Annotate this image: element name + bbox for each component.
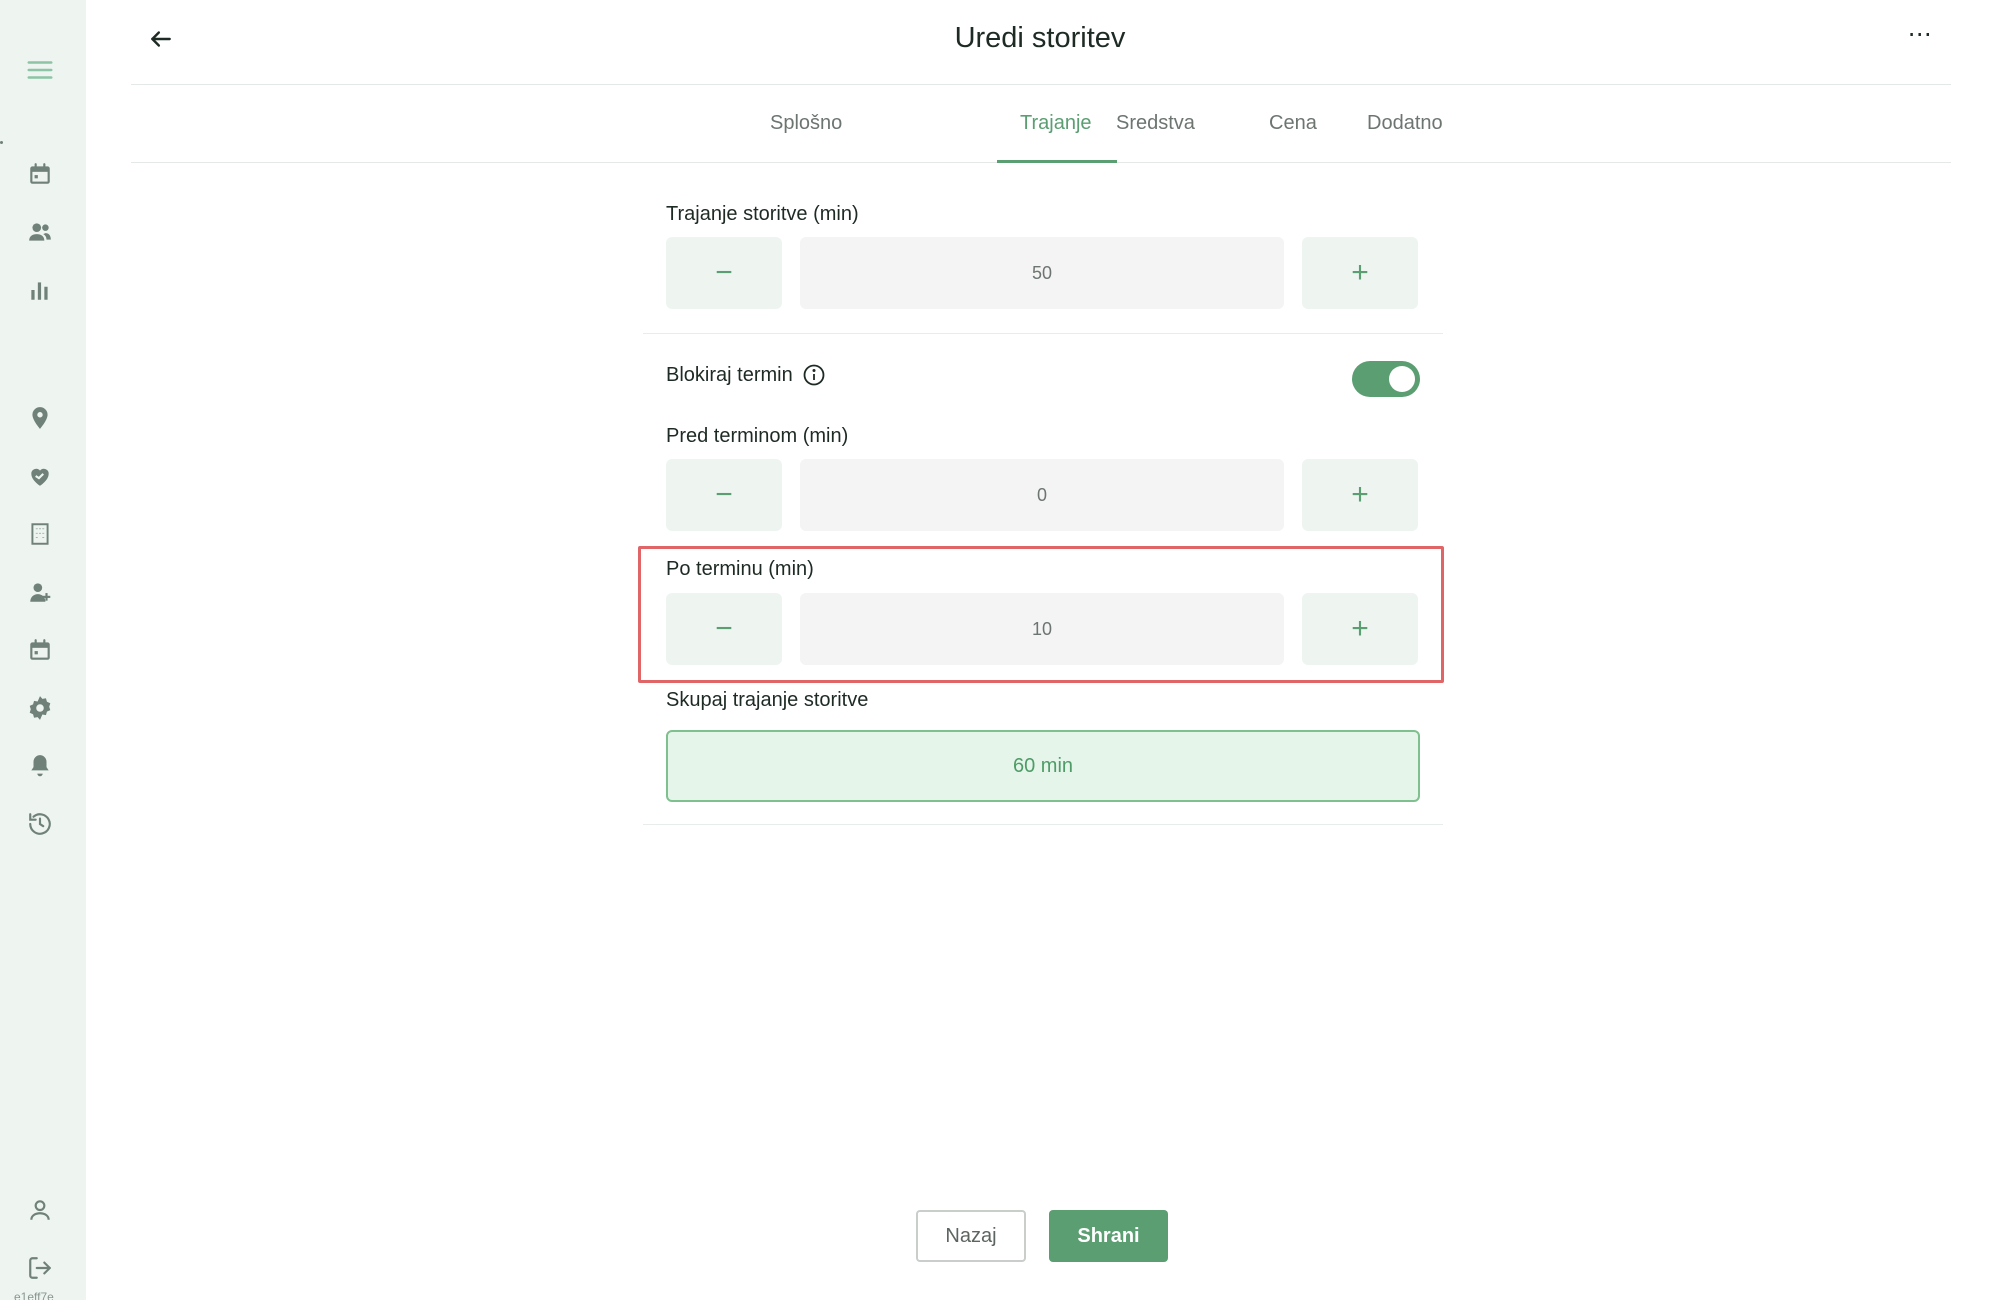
active-tab-indicator <box>997 160 1117 163</box>
back-button[interactable]: Nazaj <box>916 1210 1026 1262</box>
tab-price[interactable]: Cena <box>1269 112 1317 135</box>
location-icon[interactable] <box>24 402 56 434</box>
page-title: Uredi storitev <box>954 22 1126 54</box>
toggle-knob <box>1389 366 1415 392</box>
block-slot-row: Blokiraj termin <box>666 362 827 388</box>
logout-icon[interactable] <box>24 1252 56 1284</box>
clients-icon[interactable] <box>24 216 56 248</box>
before-decrement-button[interactable]: − <box>666 459 782 531</box>
total-duration-label: Skupaj trajanje storitve <box>666 689 869 711</box>
services-icon[interactable] <box>24 460 56 492</box>
more-options-icon[interactable]: ⋯ <box>1900 23 1940 56</box>
section-divider <box>643 824 1443 825</box>
tab-bar: Splošno Trajanje Sredstva Cena Dodatno <box>131 86 1951 163</box>
before-increment-button[interactable]: + <box>1302 459 1418 531</box>
total-duration-value: 60 min <box>666 730 1420 802</box>
bell-icon[interactable] <box>24 750 56 782</box>
tab-general[interactable]: Splošno <box>770 112 842 135</box>
history-icon[interactable] <box>24 808 56 840</box>
before-value[interactable]: 0 <box>800 459 1284 531</box>
menu-icon[interactable] <box>24 54 56 86</box>
statistics-icon[interactable] <box>24 274 56 306</box>
settings-icon[interactable] <box>24 692 56 724</box>
section-divider <box>643 333 1443 334</box>
tab-additional[interactable]: Dodatno <box>1367 112 1443 135</box>
after-decrement-button[interactable]: − <box>666 593 782 665</box>
add-user-icon[interactable] <box>24 576 56 608</box>
sidebar-marker <box>0 141 3 144</box>
duration-decrement-button[interactable]: − <box>666 237 782 309</box>
duration-increment-button[interactable]: + <box>1302 237 1418 309</box>
duration-value[interactable]: 50 <box>800 237 1284 309</box>
sidebar: e1eff7e <box>0 0 86 1300</box>
duration-label: Trajanje storitve (min) <box>666 203 859 225</box>
profile-icon[interactable] <box>24 1194 56 1226</box>
calendar-icon[interactable] <box>24 158 56 190</box>
header-divider <box>131 84 1951 85</box>
block-slot-toggle[interactable] <box>1352 361 1420 397</box>
after-increment-button[interactable]: + <box>1302 593 1418 665</box>
version-hash: e1eff7e <box>14 1290 54 1300</box>
block-slot-label: Blokiraj termin <box>666 363 793 386</box>
before-slot-label: Pred terminom (min) <box>666 425 849 447</box>
tab-duration[interactable]: Trajanje <box>1020 112 1092 135</box>
save-button[interactable]: Shrani <box>1049 1210 1168 1262</box>
tab-resources[interactable]: Sredstva <box>1116 112 1195 135</box>
after-value[interactable]: 10 <box>800 593 1284 665</box>
info-icon[interactable] <box>801 362 827 388</box>
schedule-icon[interactable] <box>24 634 56 666</box>
building-icon[interactable] <box>24 518 56 550</box>
after-slot-label: Po terminu (min) <box>666 558 814 580</box>
back-arrow-icon[interactable] <box>146 24 176 54</box>
